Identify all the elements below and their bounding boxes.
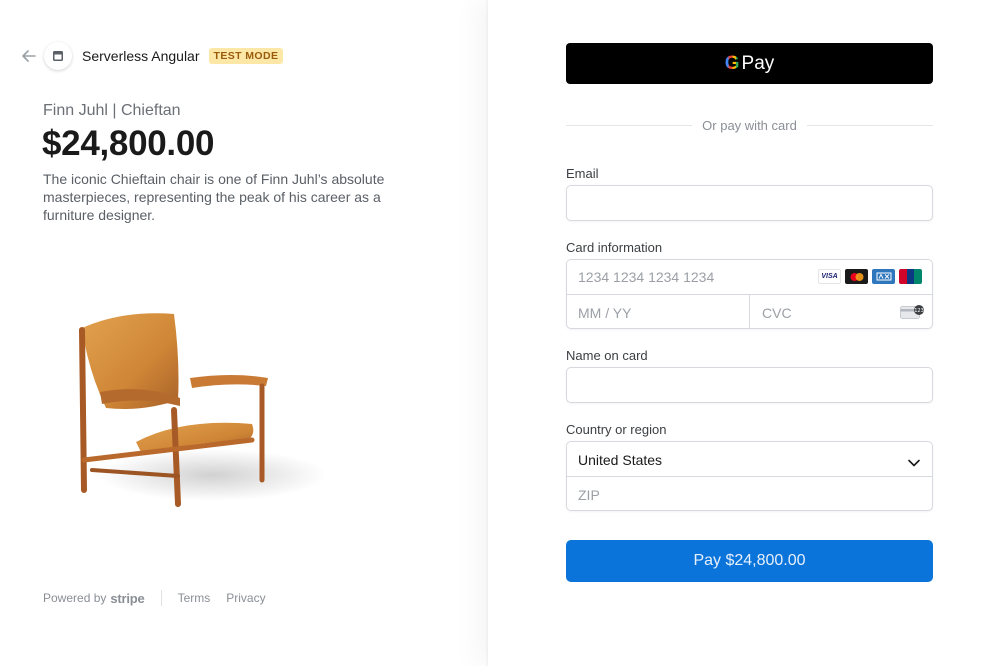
card-information-group: 1234 1234 1234 1234 VISA MM / YY CVC 123 — [566, 259, 933, 329]
svg-text:123: 123 — [914, 308, 924, 314]
visa-icon: VISA — [818, 269, 841, 284]
product-image — [62, 300, 332, 515]
cvc-field[interactable]: CVC — [762, 305, 792, 321]
card-number-field[interactable]: 1234 1234 1234 1234 — [578, 269, 714, 285]
amex-icon — [872, 269, 895, 284]
name-on-card-label: Name on card — [566, 348, 648, 363]
zip-field[interactable]: ZIP — [578, 487, 600, 503]
stripe-logo: stripe — [110, 590, 145, 606]
email-field[interactable] — [566, 185, 933, 221]
country-label: Country or region — [566, 422, 667, 437]
footer: Powered by stripe Terms Privacy — [43, 590, 282, 606]
product-description: The iconic Chieftain chair is one of Fin… — [43, 171, 385, 223]
card-information-label: Card information — [566, 240, 663, 255]
unionpay-icon — [899, 269, 922, 284]
cvc-card-icon: 123 — [900, 304, 924, 325]
store-icon — [44, 42, 72, 70]
country-selected-value: United States — [578, 452, 663, 468]
test-mode-badge: TEST MODE — [208, 48, 284, 64]
google-pay-label: Pay — [741, 52, 775, 74]
product-name: Finn Juhl | Chieftan — [43, 102, 181, 119]
mastercard-icon — [845, 269, 868, 284]
google-g-icon: G — [724, 52, 740, 74]
merchant-name: Serverless Angular — [82, 48, 200, 64]
footer-divider — [160, 590, 162, 606]
chevron-down-icon — [908, 454, 920, 472]
name-on-card-field[interactable] — [566, 367, 933, 403]
powered-by-stripe[interactable]: Powered by stripe — [43, 591, 145, 606]
or-line-left — [566, 124, 693, 126]
arrow-left-icon[interactable] — [20, 47, 38, 65]
card-column-divider — [749, 294, 750, 329]
email-label: Email — [566, 166, 599, 181]
or-divider: Or pay with card — [566, 116, 933, 134]
country-zip-group: United States ZIP — [566, 441, 933, 511]
terms-link[interactable]: Terms — [178, 591, 211, 605]
country-select[interactable]: United States — [567, 442, 932, 476]
pay-button[interactable]: Pay $24,800.00 — [566, 540, 933, 582]
or-pay-with-card-text: Or pay with card — [702, 117, 797, 133]
google-pay-button[interactable]: G Pay — [566, 43, 933, 84]
header: Serverless Angular TEST MODE — [20, 42, 284, 70]
expiry-field[interactable]: MM / YY — [578, 305, 631, 321]
product-price: $24,800.00 — [42, 124, 215, 163]
powered-by-text: Powered by — [43, 591, 107, 605]
product-summary-panel: Serverless Angular TEST MODE Finn Juhl |… — [0, 0, 488, 666]
country-zip-divider — [567, 476, 932, 477]
or-line-right — [806, 124, 933, 126]
privacy-link[interactable]: Privacy — [226, 591, 265, 605]
